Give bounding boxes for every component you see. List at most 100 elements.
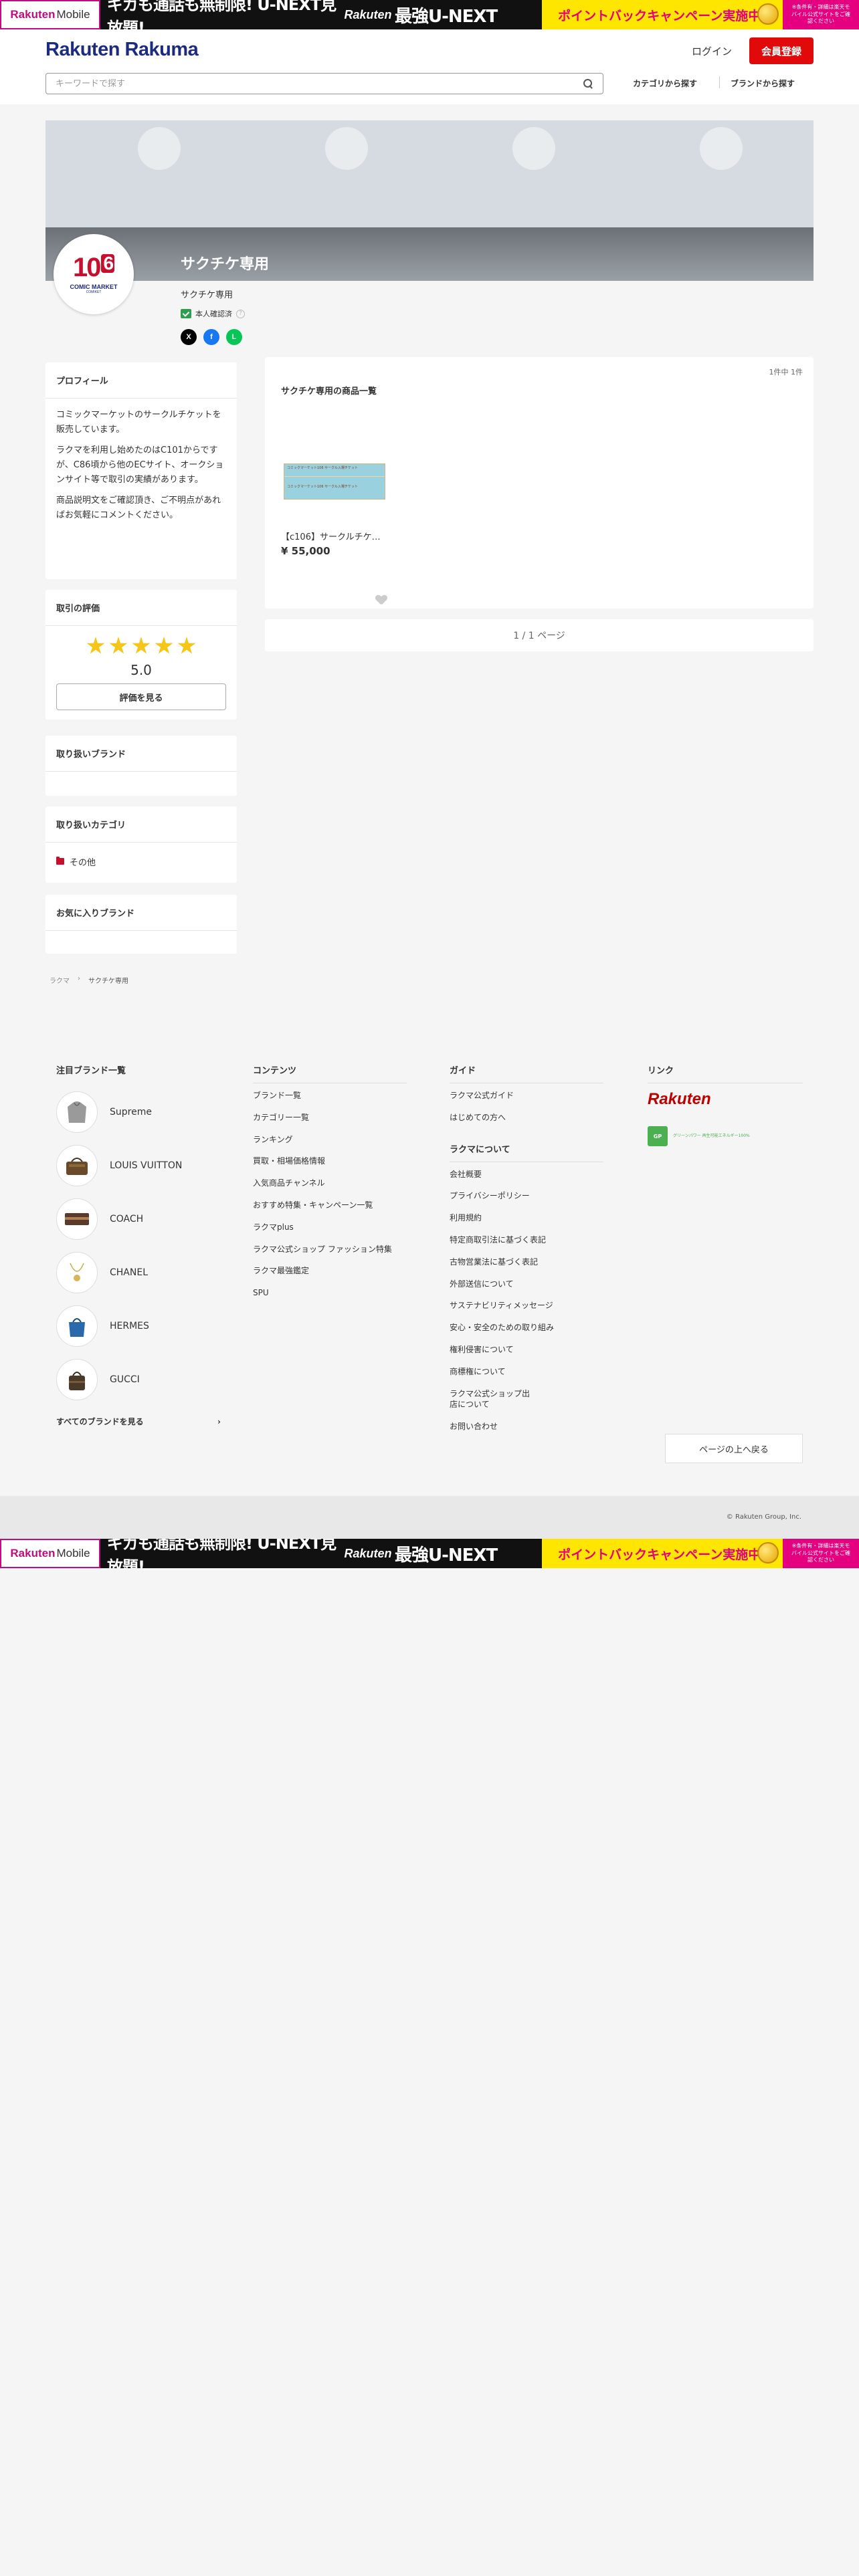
breadcrumb-item[interactable]: ラクマ	[50, 975, 70, 985]
view-reviews-button[interactable]: 評価を見る	[56, 683, 226, 710]
footer-link[interactable]: サステナビリティメッセージ	[450, 1300, 603, 1311]
footer-link[interactable]: 買取・相場価格情報	[253, 1156, 407, 1167]
brand-item[interactable]: CHANEL	[56, 1246, 221, 1299]
footer-link[interactable]: ラクマ公式ショップ ファッション特集	[253, 1244, 407, 1255]
ad-rakuten-logo: Rakuten	[341, 0, 395, 29]
footer-links-column: リンク Rakuten GP グリーンパワー 再生可能エネルギー100%	[648, 1063, 803, 1146]
search-box[interactable]	[45, 73, 603, 94]
footer-link[interactable]: ラクマ最強鑑定	[253, 1265, 407, 1277]
ad-rakuten-mobile-logo: Rakuten Mobile	[0, 1539, 100, 1568]
footer-link[interactable]: 安心・安全のための取り組み	[450, 1322, 603, 1333]
brand-name: HERMES	[110, 1321, 149, 1331]
star-icon	[132, 637, 151, 654]
brand-item[interactable]: Supreme	[56, 1085, 221, 1139]
copyright-text: © Rakuten Group, Inc.	[726, 1513, 801, 1521]
footer-link[interactable]: 利用規約	[450, 1212, 603, 1224]
tote-bag-icon	[56, 1305, 98, 1347]
cover-shade	[45, 227, 814, 281]
footer-link[interactable]: カテゴリー一覧	[253, 1112, 407, 1123]
login-link[interactable]: ログイン	[692, 44, 732, 58]
signup-button[interactable]: 会員登録	[749, 37, 814, 64]
ticket-divider	[284, 476, 385, 477]
footer-link[interactable]: ラクマplus	[253, 1222, 407, 1233]
pagination: 1 / 1 ページ	[265, 619, 814, 651]
star-icon	[109, 637, 128, 654]
product-price: ¥ 55,000	[281, 545, 330, 557]
footer-link[interactable]: 入気商品チャンネル	[253, 1178, 407, 1189]
shop-subname: サクチケ専用	[181, 290, 233, 300]
star-icon	[155, 637, 173, 654]
profile-text: コミックマーケットのサークルチケットを販売しています。 ラクマを利用し始めたのは…	[45, 399, 237, 540]
ad-campaign: ポイントバックキャンペーン実施中!	[542, 0, 783, 29]
brand-name: CHANEL	[110, 1267, 148, 1278]
product-image[interactable]: コミックマーケット106 サークル入場チケット コミックマーケット106 サーク…	[281, 411, 388, 518]
search-input[interactable]	[56, 78, 583, 89]
brand-item[interactable]: COACH	[56, 1192, 221, 1246]
footer-link[interactable]: 古物営業法に基づく表記	[450, 1257, 603, 1268]
product-name[interactable]: 【c106】サークルチケット	[281, 530, 381, 542]
footer-link[interactable]: ラクマ公式ショップ出店について	[450, 1388, 537, 1411]
nav-category-link[interactable]: カテゴリから探す	[633, 78, 697, 89]
brand-item[interactable]: HERMES	[56, 1299, 221, 1353]
verified-label: 本人確認済	[195, 310, 232, 318]
folder-icon	[56, 857, 64, 865]
facebook-share-icon[interactable]: f	[203, 329, 219, 345]
product-card[interactable]: コミックマーケット106 サークル入場チケット コミックマーケット106 サーク…	[281, 411, 392, 557]
footer-link[interactable]: はじめての方へ	[450, 1112, 603, 1123]
rakuma-logo[interactable]: Rakuten Rakuma	[45, 39, 199, 61]
brand-item[interactable]: GUCCI	[56, 1353, 221, 1406]
product-list-panel: 1件中 1件 サクチケ専用の商品一覧 コミックマーケット106 サークル入場チケ…	[265, 357, 814, 609]
footer-link[interactable]: 権利侵害について	[450, 1344, 603, 1356]
handbag-icon	[56, 1145, 98, 1186]
all-brands-link[interactable]: すべてのブランドを見る ›	[56, 1416, 221, 1427]
rakuten-logo[interactable]: Rakuten	[648, 1090, 803, 1109]
brand-name: LOUIS VUITTON	[110, 1160, 183, 1171]
ad-banner-bottom[interactable]: Rakuten Mobile ギガも通話も無制限! U-NEXT見放題! Raku…	[0, 1539, 859, 1568]
category-item[interactable]: その他	[45, 843, 237, 880]
site-footer: 注目ブランド一覧 Supreme LOUIS VUITTON COACH CHA…	[0, 1023, 859, 1496]
footer-link[interactable]: 外部送信について	[450, 1279, 603, 1290]
cover-badge-decoration	[697, 124, 745, 173]
back-to-top-button[interactable]: ページの上へ戻る	[665, 1434, 803, 1463]
profile-paragraph: 商品説明文をご確認頂き、ご不明点があればお気軽にコメントください。	[56, 495, 221, 521]
footer-link[interactable]: 特定商取引法に基づく表記	[450, 1235, 603, 1246]
search-icon[interactable]	[583, 78, 593, 89]
line-share-icon[interactable]: L	[226, 329, 242, 345]
footer-link[interactable]: おすすめ特集・キャンペーン一覧	[253, 1200, 407, 1211]
brand-name: COACH	[110, 1214, 144, 1224]
heart-icon[interactable]	[376, 595, 387, 606]
help-icon[interactable]: ?	[236, 309, 245, 318]
hoodie-icon	[56, 1091, 98, 1133]
profile-title: プロフィール	[45, 362, 237, 399]
ad-campaign: ポイントバックキャンペーン実施中!	[542, 1539, 783, 1568]
footer-contents-column: コンテンツ ブランド一覧 カテゴリー一覧 ランキング 買取・相場価格情報 入気商…	[253, 1063, 407, 1309]
green-power-badge[interactable]: GP グリーンパワー 再生可能エネルギー100%	[648, 1126, 803, 1146]
nav-divider	[719, 76, 720, 88]
chevron-right-icon: ›	[217, 1416, 221, 1426]
necklace-icon	[56, 1252, 98, 1293]
nav-brand-link[interactable]: ブランドから探す	[731, 78, 795, 89]
categories-panel: 取り扱いカテゴリ その他	[45, 807, 237, 883]
footer-links-title: リンク	[648, 1063, 803, 1083]
footer-link[interactable]: 商標権について	[450, 1366, 603, 1378]
brand-item[interactable]: LOUIS VUITTON	[56, 1139, 221, 1192]
profile-panel: プロフィール コミックマーケットのサークルチケットを販売しています。 ラクマを利…	[45, 362, 237, 579]
green-power-text: グリーンパワー 再生可能エネルギー100%	[673, 1133, 750, 1138]
footer-link[interactable]: ブランド一覧	[253, 1090, 407, 1101]
copyright-bar: © Rakuten Group, Inc.	[0, 1496, 859, 1539]
ad-fineprint: ※条件有・詳細は楽天モバイル公式サイトをご確認ください	[783, 1539, 859, 1568]
ad-banner-top[interactable]: Rakuten Mobile ギガも通話も無制限! U-NEXT見放題! Raku…	[0, 0, 859, 29]
footer-link[interactable]: 会社概要	[450, 1169, 603, 1180]
footer-link[interactable]: ランキング	[253, 1134, 407, 1146]
profile-paragraph: ラクマを利用し始めたのはC101からですが、C86頃から他のECサイト、オークシ…	[56, 445, 224, 486]
footer-link[interactable]: ラクマ公式ガイド	[450, 1090, 603, 1101]
footer-link[interactable]: SPU	[253, 1287, 407, 1299]
footer-guide-column: ガイド ラクマ公式ガイド はじめての方へ ラクマについて 会社概要 プライバシー…	[450, 1063, 603, 1443]
footer-link[interactable]: お問い合わせ	[450, 1421, 603, 1432]
ad-headline-2: 最強U-NEXT	[395, 0, 542, 29]
brand-name: GUCCI	[110, 1374, 140, 1385]
shop-avatar: 10 6 COMIC MARKET COMIKET	[54, 234, 134, 314]
footer-link[interactable]: プライバシーポリシー	[450, 1190, 603, 1202]
x-share-icon[interactable]: X	[181, 329, 197, 345]
categories-title: 取り扱いカテゴリ	[45, 807, 237, 843]
